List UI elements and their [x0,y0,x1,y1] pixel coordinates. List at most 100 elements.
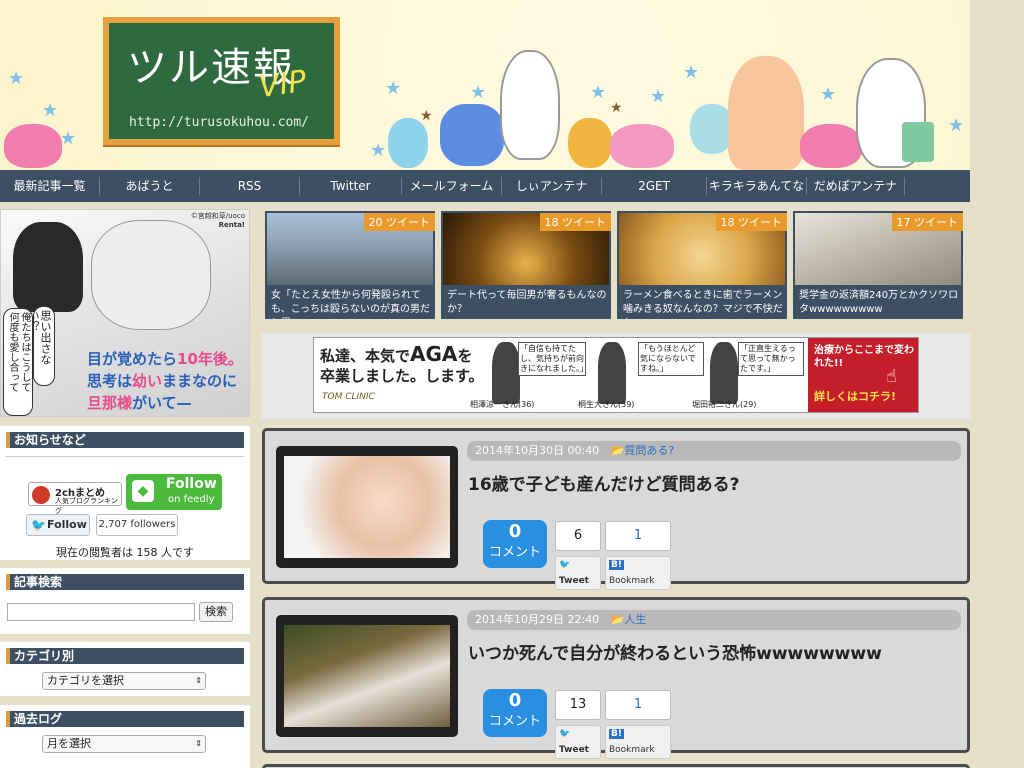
hatena-bookmark-button[interactable]: B! Bookmark [605,725,671,759]
girl-character [728,56,804,170]
caption-text: 思考は [87,372,133,390]
search-button[interactable]: 検索 [199,602,233,622]
trending-card[interactable]: 17 ツイート 奨学金の返済額240万とかクソワロタwwwwwwwww [793,211,963,319]
aga-banner-ad[interactable]: 私達、本気でAGAを 卒業しました。します。 TOM CLINIC 「自信も持て… [313,337,919,413]
trending-card[interactable]: 20 ツイート 女「たとえ女性から何発殴られても、こっちは殴らないのが真の男だと… [265,211,435,319]
comment-count-button[interactable]: 0 コメント [483,689,547,737]
manga-ad[interactable]: 思い出さない？ 俺たちはこうして 何度も愛し合って 目が覚めたら10年後。 思考… [0,209,250,417]
nav-item-kirakira[interactable]: キラキラあんてな [707,177,807,195]
article-title[interactable]: 16歳で子ども産んだけど質問ある? [468,470,740,495]
pointer-hand-icon: ☝ [886,366,897,387]
divider [6,456,244,457]
article-date: 2014年10月29日 22:40 [475,613,600,626]
nav-item-damepo[interactable]: だめぽアンテナ [807,177,905,195]
article-thumbnail[interactable] [276,446,458,568]
notice-heading: お知らせなど [6,432,244,448]
feedly-follow-button[interactable]: ◆ Follow on feedly [126,474,222,510]
star-icon: ★ [948,115,965,136]
article-category-link[interactable]: 📂人生 [611,613,647,626]
twitter-bird-icon: 🐦 [559,560,571,570]
twitter-bird-icon: 🐦 [559,729,571,739]
logo-url: http://turusokuhou.com/ [129,115,310,130]
person-photo [492,342,520,404]
hatena-icon: B! [609,560,624,570]
caption-highlight: 旦那様 [87,394,133,412]
article-title[interactable]: いつか死んで自分が終わるという恐怖wwwwwwww [468,639,882,664]
banner-cta-bottom: 詳しくはコチラ! [814,390,897,403]
caption-text: ままなのに [162,372,238,390]
article-thumbnail[interactable] [276,615,458,737]
nav-item-latest[interactable]: 最新記事一覧 [0,177,100,195]
star-icon: ★ [8,68,25,89]
article-category-label: 質問ある? [624,444,675,457]
bookmark-count: 1 [605,690,671,720]
blog-ranking-badge[interactable]: 2chまとめ 人気ブログランキング [28,482,122,515]
article-meta: 2014年10月29日 22:40 📂人生 [467,610,961,630]
star-icon: ★ [683,62,700,83]
archive-select[interactable]: 月を選択 ⇕ [42,735,206,753]
trending-card[interactable]: 18 ツイート ラーメン食べるときに歯でラーメン噛みきる奴なんなの？マジで不快だ… [617,211,787,319]
archive-heading: 過去ログ [6,711,244,727]
global-nav: 最新記事一覧 あばうと RSS Twitter メールフォーム しぃアンテナ 2… [0,170,970,202]
manga-credit-copyright: ©宮越和草/uoco [190,212,245,220]
baby-photo [284,456,450,558]
folder-icon: 📂 [610,613,625,626]
banner-headline: 私達、本気でAGAを 卒業しました。します。 [320,344,484,386]
banner-headline-text: を [457,347,473,365]
trending-title: ラーメン食べるときに歯でラーメン噛みきる奴なんなの？マジで不快だか [623,290,783,319]
banner-cta-top: 治療からここまで変われた!! [814,345,914,369]
star-icon: ★ [610,100,623,116]
nav-item-shii-antenna[interactable]: しぃアンテナ [502,177,602,195]
trending-card[interactable]: 18 ツイート デート代って毎回男が奢るもんなのか？ [441,211,611,319]
feedly-follow-label: Follow [166,476,217,492]
tweet-count: 6 [555,521,601,551]
white-ghost-mascot [500,50,560,160]
hatena-bookmark-button[interactable]: B! Bookmark [605,556,671,590]
search-input[interactable] [7,603,195,621]
nav-item-twitter[interactable]: Twitter [300,177,402,195]
banner-headline-text: 卒業しました。します。 [320,367,484,385]
category-heading: カテゴリ別 [6,648,244,664]
tweet-count: 13 [555,690,601,720]
caption-highlight: 幼い [132,372,163,390]
comment-count-button[interactable]: 0 コメント [483,520,547,568]
tweet-label: Tweet [559,576,589,586]
nav-item-mailform[interactable]: メールフォーム [402,177,502,195]
banner-headline-aga: AGA [410,342,458,366]
tweet-count-tag: 18 ツイート [715,213,787,231]
star-icon: ★ [590,82,607,103]
article-category-link[interactable]: 📂質問ある? [611,444,675,457]
tweet-count-tag: 20 ツイート [363,213,435,231]
tweet-button[interactable]: 🐦 Tweet [555,556,601,590]
tweet-button[interactable]: 🐦 Tweet [555,725,601,759]
star-icon: ★ [385,78,402,99]
nav-item-rss[interactable]: RSS [200,177,300,195]
trending-title: 奨学金の返済額240万とかクソワロタwwwwwwwww [799,290,959,315]
star-icon: ★ [42,100,59,121]
manga-caption: 目が覚めたら10年後。 思考は幼いままなのに 旦那様がいて— [87,350,243,412]
comment-count: 0 [508,521,522,542]
blue-cat-mascot [440,104,504,166]
article-card [262,764,970,768]
banner-cta[interactable]: 治療からここまで変われた!! 詳しくはコチラ! ☝ [808,338,918,412]
banner-ad-container: 私達、本気でAGAを 卒業しました。します。 TOM CLINIC 「自信も持て… [262,333,970,419]
ranking-badge-subtitle: 人気ブログランキング [55,497,118,515]
category-select-value: カテゴリを選択 [47,674,124,687]
manga-speech-1: 思い出さない？ [27,306,55,386]
clinic-logo: TOM CLINIC [322,392,375,402]
twitter-follow-button[interactable]: 🐦 Follow [26,514,90,536]
site-logo[interactable]: ツル速報 VIP http://turusokuhou.com/ [103,17,340,145]
article-card: 2014年10月29日 22:40 📂人生 いつか死んで自分が終わるという恐怖w… [262,597,970,759]
logo-vip: VIP [256,63,309,106]
yellow-mascot [568,118,612,168]
category-select[interactable]: カテゴリを選択 ⇕ [42,672,206,690]
star-icon: ★ [60,128,77,149]
search-panel: 記事検索 検索 [0,568,250,634]
nav-item-about[interactable]: あばうと [100,177,200,195]
banner-person-name: 桐生大さん(39) [578,400,635,409]
nav-item-2get[interactable]: 2GET [602,177,707,195]
trending-title: デート代って毎回男が奢るもんなのか？ [447,290,607,315]
article-card: 2014年10月30日 00:40 📂質問ある? 16歳で子ども産んだけど質問あ… [262,428,970,590]
comment-label: コメント [488,714,541,729]
category-panel: カテゴリ別 カテゴリを選択 ⇕ [0,642,250,696]
